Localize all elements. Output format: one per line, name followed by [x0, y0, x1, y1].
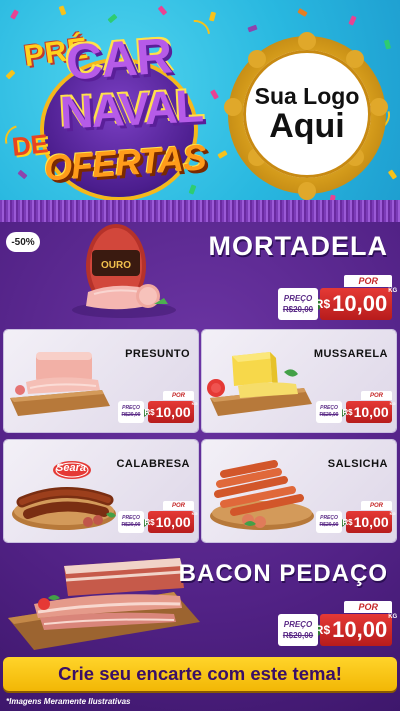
confetti — [10, 9, 19, 20]
featured-price-tag: POR PREÇO R$20,00 R$ 10,00 KG — [278, 601, 397, 646]
price-currency: R$ — [144, 407, 155, 417]
confetti — [58, 5, 67, 16]
logo-text-line2: Aqui — [269, 106, 345, 145]
price-old-box: PREÇO R$20,00 — [278, 288, 318, 320]
confetti — [247, 24, 258, 33]
card-product-name: CALABRESA — [116, 458, 190, 470]
price-unit: KG — [388, 614, 398, 620]
price-por-label: POR — [162, 501, 194, 510]
confetti — [387, 169, 398, 180]
salsicha-product-image — [210, 460, 314, 530]
card-price-tag: POR PREÇO R$20,00 R$ 10,00 KG — [316, 501, 396, 533]
brand-label: Seara — [56, 462, 86, 474]
price-preco-label: PREÇO — [122, 515, 140, 521]
price-old-box: PREÇO R$20,00 — [118, 511, 144, 533]
price-currency: R$ — [314, 297, 331, 311]
price-new-box: R$ 10,00 KG — [144, 511, 198, 533]
featured-product-name: MORTADELA — [208, 231, 388, 261]
featured-product-name: BACON PEDAÇO — [178, 560, 388, 587]
price-old-value: R$20,00 — [282, 630, 314, 640]
card-product-name: MUSSARELA — [313, 348, 388, 360]
price-preco-label: PREÇO — [283, 619, 313, 629]
price-old-value: R$20,00 — [282, 304, 314, 314]
confetti — [348, 15, 357, 26]
price-por-label: POR — [360, 391, 392, 400]
card-price-tag: POR PREÇO R$20,00 R$ 10,00 KG — [118, 391, 198, 423]
price-value: 10,00 — [332, 617, 388, 642]
price-preco-label: PREÇO — [320, 405, 338, 411]
confetti — [297, 8, 308, 17]
price-currency: R$ — [342, 517, 353, 527]
price-old-value: R$20,00 — [319, 522, 339, 528]
price-unit: KG — [388, 288, 398, 294]
confetti — [217, 150, 228, 159]
store-logo-placeholder[interactable]: Sua Logo Aqui — [243, 50, 371, 178]
confetti — [157, 5, 168, 16]
price-preco-label: PREÇO — [122, 405, 140, 411]
card-product-name: SALSICHA — [327, 458, 388, 470]
price-old-box: PREÇO R$20,00 — [278, 614, 318, 646]
disclaimer-text: *Imagens Meramente Ilustrativas — [6, 697, 131, 706]
confetti — [210, 89, 219, 100]
price-por-label: POR — [360, 501, 392, 510]
featured-price-tag: POR PREÇO R$20,00 R$ 10,00 KG — [278, 275, 397, 320]
product-card-salsicha[interactable]: SALSICHA POR PREÇO R$20,00 R$ 10,00 KG — [202, 440, 396, 542]
price-old-box: PREÇO R$20,00 — [316, 511, 342, 533]
glitter-divider — [0, 200, 400, 222]
product-card-mussarela[interactable]: MUSSARELA POR PREÇO R$20,00 R$ 10,00 KG — [202, 330, 396, 432]
cta-banner[interactable]: Crie seu encarte com este tema! — [3, 657, 397, 691]
price-old-value: R$20,00 — [121, 522, 141, 528]
price-old-value: R$20,00 — [121, 412, 141, 418]
product-card-presunto[interactable]: PRESUNTO POR PREÇO R$20,00 R$ 10,00 KG — [4, 330, 198, 432]
price-old-box: PREÇO R$20,00 — [316, 401, 342, 423]
price-old-value: R$20,00 — [319, 412, 339, 418]
price-new-box: R$ 10,00 KG — [144, 401, 198, 423]
price-unit: KG — [191, 511, 198, 516]
price-value: 10,00 — [332, 291, 388, 316]
logo-text-line1: Sua Logo — [254, 82, 360, 109]
price-new-box: R$ 10,00 KG — [315, 614, 397, 646]
price-new-box: R$ 10,00 KG — [342, 511, 396, 533]
price-value: 10,00 — [155, 514, 191, 530]
product-card-calabresa[interactable]: Seara CALABRESA POR PREÇO R$20,00 R$ 10,… — [4, 440, 198, 542]
svg-text:OURO: OURO — [101, 260, 131, 271]
card-price-tag: POR PREÇO R$20,00 R$ 10,00 KG — [316, 391, 396, 423]
price-unit: KG — [191, 401, 198, 406]
price-por-label: POR — [162, 391, 194, 400]
mussarela-product-image — [207, 352, 312, 416]
card-product-name: PRESUNTO — [125, 348, 190, 360]
price-value: 10,00 — [353, 404, 389, 420]
confetti — [383, 39, 392, 50]
price-currency: R$ — [144, 517, 155, 527]
price-currency: R$ — [314, 623, 331, 637]
confetti — [208, 11, 217, 22]
price-old-box: PREÇO R$20,00 — [118, 401, 144, 423]
price-currency: R$ — [342, 407, 353, 417]
price-preco-label: PREÇO — [320, 515, 338, 521]
header-banner: PRÉ CAR NAVAL DE OFERTAS Sua Logo Aqui — [0, 0, 400, 210]
promo-title-logo: PRÉ CAR NAVAL DE OFERTAS — [6, 22, 211, 197]
card-price-tag: POR PREÇO R$20,00 R$ 10,00 KG — [118, 501, 198, 533]
price-value: 10,00 — [155, 404, 191, 420]
title-naval: NAVAL — [58, 79, 203, 139]
price-por-label: POR — [344, 601, 392, 613]
price-unit: KG — [389, 511, 396, 516]
presunto-product-image — [10, 352, 110, 416]
price-unit: KG — [389, 401, 396, 406]
price-por-label: POR — [344, 275, 392, 287]
price-new-box: R$ 10,00 KG — [315, 288, 397, 320]
price-value: 10,00 — [353, 514, 389, 530]
price-new-box: R$ 10,00 KG — [342, 401, 396, 423]
discount-badge: -50% — [6, 232, 40, 252]
cta-text: Crie seu encarte com este tema! — [58, 663, 342, 684]
bacon-product-image — [8, 558, 200, 650]
price-preco-label: PREÇO — [283, 293, 313, 303]
mortadela-product-image: OURO — [72, 224, 176, 318]
